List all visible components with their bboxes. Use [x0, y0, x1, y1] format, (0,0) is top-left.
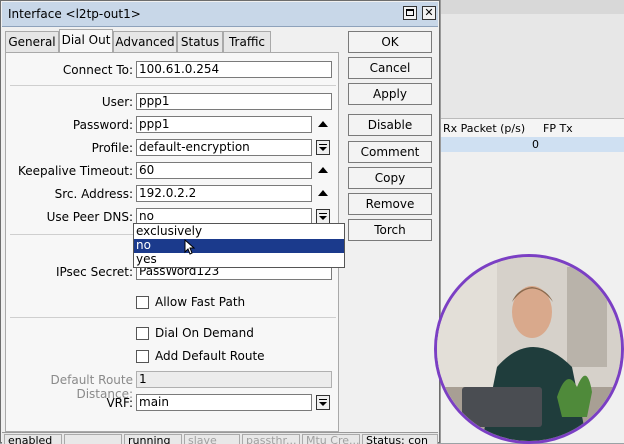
password-label: Password:: [72, 118, 133, 132]
src-address-input[interactable]: 192.0.2.2: [136, 185, 312, 202]
webcam-image: [437, 257, 621, 441]
tab-advanced[interactable]: Advanced: [113, 31, 177, 52]
copy-button[interactable]: Copy: [348, 167, 432, 189]
use-peer-dns-dropdown-list: exclusively no yes: [133, 223, 345, 268]
close-icon: ✕: [424, 6, 434, 19]
title-bar[interactable]: Interface <l2tp-out1> ✕: [2, 2, 438, 27]
dropdown-option-no-label: no: [136, 238, 151, 252]
webcam-overlay: [434, 254, 624, 444]
comment-button[interactable]: Comment: [348, 141, 432, 163]
connect-to-input[interactable]: 100.61.0.254: [136, 61, 332, 78]
remove-button[interactable]: Remove: [348, 193, 432, 215]
use-peer-dns-label: Use Peer DNS:: [46, 210, 133, 224]
dropdown-option-yes[interactable]: yes: [134, 253, 344, 267]
collapse-arrow-icon[interactable]: [318, 167, 328, 173]
table-row[interactable]: 0: [441, 137, 624, 152]
dialog-title: Interface <l2tp-out1>: [8, 7, 141, 21]
user-input[interactable]: ppp1: [136, 93, 332, 110]
background-toolbar: [441, 0, 624, 15]
default-route-distance-input[interactable]: 1: [136, 371, 332, 388]
tab-traffic[interactable]: Traffic: [223, 31, 271, 52]
profile-dropdown-icon[interactable]: [316, 140, 330, 155]
divider: [10, 85, 336, 86]
user-label: User:: [101, 95, 133, 109]
add-default-route-checkbox[interactable]: [136, 350, 149, 363]
dial-on-demand-label[interactable]: Dial On Demand: [155, 326, 254, 340]
profile-select[interactable]: default-encryption: [136, 139, 312, 156]
background-panel: [441, 14, 624, 118]
password-input[interactable]: ppp1: [136, 116, 312, 133]
close-button[interactable]: ✕: [422, 6, 436, 20]
collapse-arrow-icon[interactable]: [318, 190, 328, 196]
connect-to-label: Connect To:: [62, 63, 133, 77]
interface-dialog: Interface <l2tp-out1> ✕ General Dial Out…: [0, 0, 440, 444]
add-default-route-label[interactable]: Add Default Route: [155, 349, 265, 363]
status-bar: enabled running slave passthr... Mtu Cre…: [2, 432, 438, 444]
allow-fast-path-label[interactable]: Allow Fast Path: [155, 295, 245, 309]
dial-on-demand-checkbox[interactable]: [136, 327, 149, 340]
ipsec-secret-label: IPsec Secret:: [55, 265, 133, 279]
use-peer-dns-dropdown-icon[interactable]: [316, 209, 330, 224]
apply-button[interactable]: Apply: [348, 83, 432, 105]
table-header: Rx Packet (p/s) FP Tx: [441, 118, 624, 138]
vrf-label: VRF:: [106, 396, 133, 410]
disable-button[interactable]: Disable: [348, 114, 432, 136]
tab-dial-out[interactable]: Dial Out: [59, 29, 113, 52]
collapse-arrow-icon[interactable]: [318, 121, 328, 127]
vrf-select[interactable]: main: [136, 394, 312, 411]
keepalive-timeout-label: Keepalive Timeout:: [17, 164, 133, 178]
column-header-rx-packet[interactable]: Rx Packet (p/s): [443, 122, 525, 135]
allow-fast-path-checkbox[interactable]: [136, 296, 149, 309]
ok-button[interactable]: OK: [348, 31, 432, 53]
tab-general[interactable]: General: [5, 31, 59, 52]
divider: [10, 317, 336, 318]
column-header-fp-tx[interactable]: FP Tx: [543, 122, 573, 135]
maximize-icon: [406, 9, 414, 16]
profile-label: Profile:: [91, 141, 133, 155]
dropdown-option-no[interactable]: no: [134, 238, 344, 255]
src-address-label: Src. Address:: [54, 187, 133, 201]
table-cell-rx-packet: 0: [532, 138, 539, 151]
cancel-button[interactable]: Cancel: [348, 57, 432, 79]
torch-button[interactable]: Torch: [348, 219, 432, 241]
vrf-dropdown-icon[interactable]: [316, 395, 330, 410]
dropdown-option-exclusively[interactable]: exclusively: [134, 225, 344, 239]
tab-status[interactable]: Status: [177, 31, 223, 52]
keepalive-timeout-input[interactable]: 60: [136, 162, 312, 179]
maximize-button[interactable]: [403, 6, 417, 20]
